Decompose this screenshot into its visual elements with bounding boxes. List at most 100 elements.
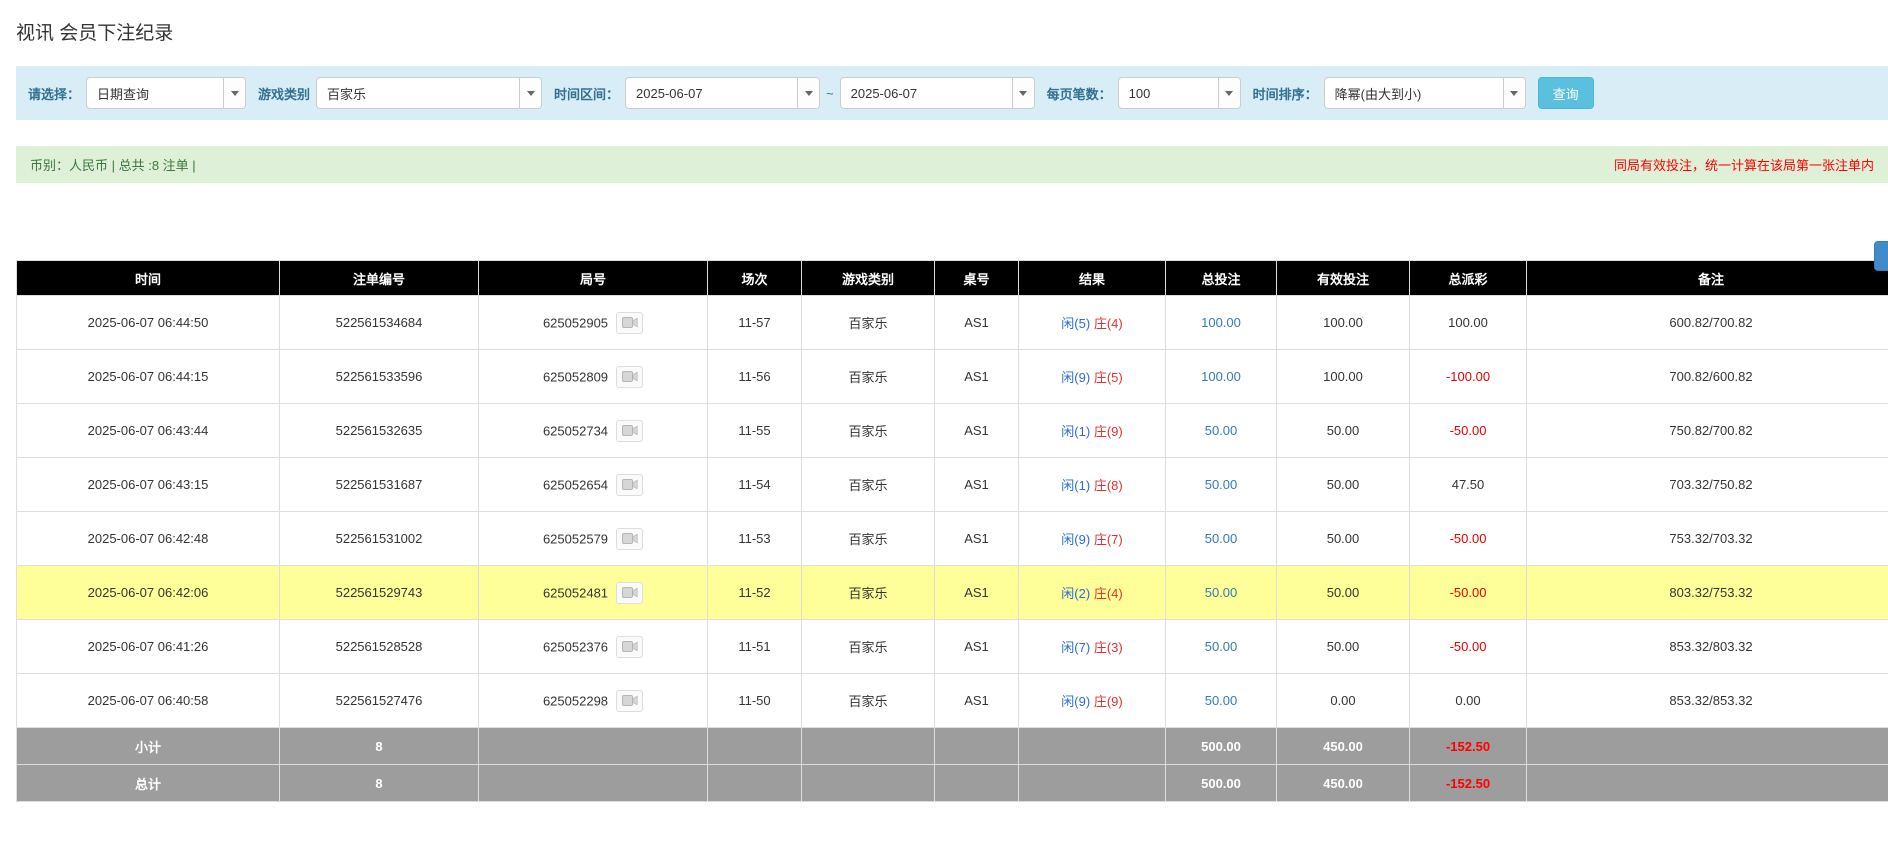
video-icon[interactable] [616, 582, 643, 604]
footer-count-cell: 8 [280, 728, 479, 765]
result-cell: 闲(1) 庄(8) [1019, 458, 1166, 512]
valid-bet-cell: 50.00 [1277, 458, 1410, 512]
date-range-label: 时间区间： [554, 84, 619, 103]
top-right-partial-button[interactable] [1874, 241, 1888, 271]
total-bet-cell: 50.00 [1166, 674, 1277, 728]
video-icon[interactable] [616, 474, 643, 496]
query-type-select[interactable]: 日期查询 [86, 77, 246, 109]
table-row[interactable]: 2025-06-07 06:42:48522561531002625052579… [17, 512, 1888, 566]
summary-bar: 币别：人民币 | 总共 :8 注单 | 同局有效投注，统一计算在该局第一张注单内 [16, 146, 1888, 183]
column-header-time: 时间 [17, 261, 280, 296]
table-row[interactable]: 2025-06-07 06:41:26522561528528625052376… [17, 620, 1888, 674]
total-bet-link[interactable]: 100.00 [1201, 369, 1241, 384]
total-bet-cell: 50.00 [1166, 404, 1277, 458]
game-type-cell: 百家乐 [802, 458, 935, 512]
session-cell: 11-54 [708, 458, 802, 512]
table-row[interactable]: 2025-06-07 06:43:44522561532635625052734… [17, 404, 1888, 458]
bet-id-cell: 522561528528 [280, 620, 479, 674]
table-row[interactable]: 2025-06-07 06:44:50522561534684625052905… [17, 296, 1888, 350]
video-icon[interactable] [616, 636, 643, 658]
column-header-bet-id: 注单编号 [280, 261, 479, 296]
player-result: 闲(9) [1061, 532, 1090, 547]
table-no-cell: AS1 [935, 296, 1019, 350]
result-cell: 闲(9) 庄(9) [1019, 674, 1166, 728]
remark-cell: 703.32/750.82 [1527, 458, 1888, 512]
filter-bar: 请选择： 日期查询 游戏类别 百家乐 时间区间： 2025-06-07 ~ 20… [16, 66, 1888, 120]
player-result: 闲(2) [1061, 586, 1090, 601]
page-size-select[interactable]: 100 [1118, 77, 1241, 109]
payout-cell: -50.00 [1410, 566, 1527, 620]
video-icon[interactable] [616, 690, 643, 712]
result-cell: 闲(2) 庄(4) [1019, 566, 1166, 620]
table-row[interactable]: 2025-06-07 06:40:58522561527476625052298… [17, 674, 1888, 728]
footer-payout-cell: -152.50 [1410, 728, 1527, 765]
footer-count-cell: 8 [280, 765, 479, 802]
total-bet-link[interactable]: 50.00 [1205, 639, 1238, 654]
time-cell: 2025-06-07 06:44:50 [17, 296, 280, 350]
total-bet-link[interactable]: 50.00 [1205, 531, 1238, 546]
bet-id-cell: 522561531687 [280, 458, 479, 512]
table-no-cell: AS1 [935, 458, 1019, 512]
footer-total-bet-cell: 500.00 [1166, 728, 1277, 765]
time-cell: 2025-06-07 06:42:48 [17, 512, 280, 566]
banker-result: 庄(4) [1094, 316, 1123, 331]
valid-bet-cell: 50.00 [1277, 620, 1410, 674]
session-cell: 11-53 [708, 512, 802, 566]
game-type-cell: 百家乐 [802, 566, 935, 620]
game-type-cell: 百家乐 [802, 674, 935, 728]
chevron-down-icon[interactable] [1012, 78, 1034, 108]
column-header-round: 局号 [479, 261, 708, 296]
bet-id-cell: 522561527476 [280, 674, 479, 728]
game-type-select[interactable]: 百家乐 [316, 77, 542, 109]
column-header-remark: 备注 [1527, 261, 1888, 296]
payout-cell: -50.00 [1410, 512, 1527, 566]
player-result: 闲(9) [1061, 694, 1090, 709]
footer-remark-cell [1527, 728, 1888, 765]
query-type-value: 日期查询 [87, 84, 223, 103]
video-icon[interactable] [616, 366, 643, 388]
banker-result: 庄(9) [1094, 694, 1123, 709]
search-button[interactable]: 查询 [1538, 77, 1594, 109]
payout-cell: 100.00 [1410, 296, 1527, 350]
session-cell: 11-57 [708, 296, 802, 350]
table-no-cell: AS1 [935, 566, 1019, 620]
total-bet-link[interactable]: 50.00 [1205, 423, 1238, 438]
time-cell: 2025-06-07 06:43:44 [17, 404, 280, 458]
footer-game-cell [802, 728, 935, 765]
footer-label-cell: 总计 [17, 765, 280, 802]
video-icon[interactable] [616, 312, 643, 334]
time-cell: 2025-06-07 06:41:26 [17, 620, 280, 674]
video-icon[interactable] [616, 528, 643, 550]
round-cell: 625052809 [479, 350, 708, 404]
table-no-cell: AS1 [935, 620, 1019, 674]
payout-cell: -50.00 [1410, 404, 1527, 458]
round-number: 625052579 [543, 531, 608, 546]
table-row[interactable]: 2025-06-07 06:43:15522561531687625052654… [17, 458, 1888, 512]
date-to-value: 2025-06-07 [841, 86, 1012, 101]
chevron-down-icon[interactable] [519, 78, 541, 108]
valid-bet-cell: 0.00 [1277, 674, 1410, 728]
date-from-input[interactable]: 2025-06-07 [625, 77, 820, 109]
chevron-down-icon[interactable] [797, 78, 819, 108]
total-bet-cell: 100.00 [1166, 350, 1277, 404]
total-bet-link[interactable]: 50.00 [1205, 693, 1238, 708]
video-icon[interactable] [616, 420, 643, 442]
table-row[interactable]: 2025-06-07 06:44:15522561533596625052809… [17, 350, 1888, 404]
table-row[interactable]: 2025-06-07 06:42:06522561529743625052481… [17, 566, 1888, 620]
chevron-down-icon[interactable] [1218, 78, 1240, 108]
table-no-cell: AS1 [935, 512, 1019, 566]
chevron-down-icon[interactable] [223, 78, 245, 108]
footer-session-cell [708, 728, 802, 765]
session-cell: 11-52 [708, 566, 802, 620]
total-bet-cell: 50.00 [1166, 566, 1277, 620]
page-size-label: 每页笔数： [1047, 84, 1112, 103]
sort-order-select[interactable]: 降幂(由大到小) [1324, 77, 1526, 109]
column-header-game-type: 游戏类别 [802, 261, 935, 296]
total-bet-link[interactable]: 50.00 [1205, 477, 1238, 492]
date-to-input[interactable]: 2025-06-07 [840, 77, 1035, 109]
footer-payout-cell: -152.50 [1410, 765, 1527, 802]
total-bet-link[interactable]: 50.00 [1205, 585, 1238, 600]
total-bet-link[interactable]: 100.00 [1201, 315, 1241, 330]
chevron-down-icon[interactable] [1503, 78, 1525, 108]
round-cell: 625052376 [479, 620, 708, 674]
